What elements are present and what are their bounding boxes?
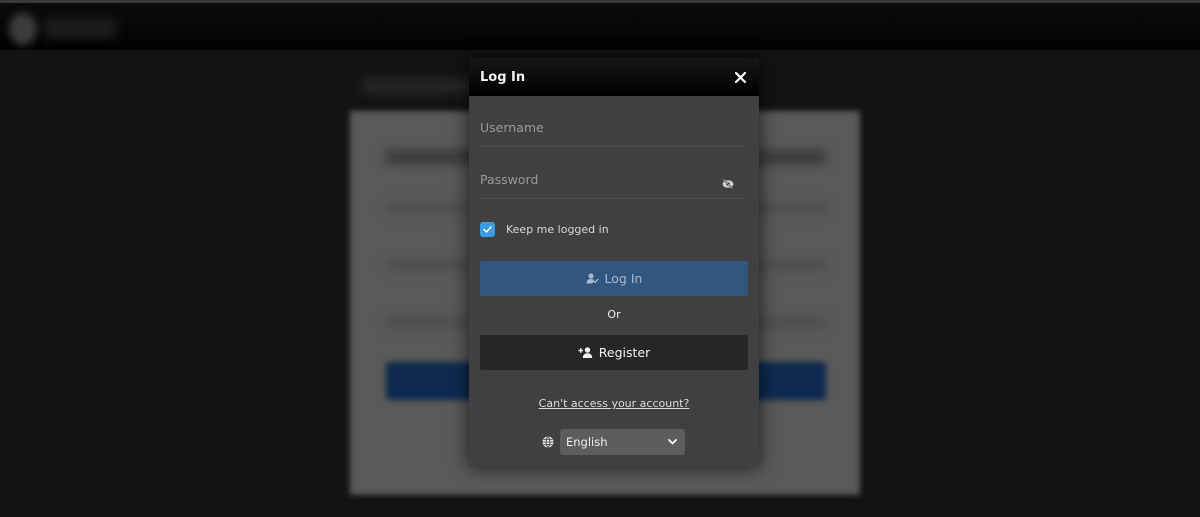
eye-slash-icon: [722, 178, 734, 190]
background-page-title: [362, 78, 482, 94]
password-field: [480, 159, 748, 199]
or-separator: Or: [607, 308, 621, 321]
toggle-password-visibility[interactable]: [722, 174, 736, 190]
language-select-value: English: [566, 435, 608, 449]
cant-access-account-link[interactable]: Can't access your account?: [539, 397, 690, 410]
close-icon: [734, 71, 746, 83]
keep-logged-in-label: Keep me logged in: [506, 223, 609, 236]
keep-logged-in-option[interactable]: Keep me logged in: [480, 222, 609, 237]
username-field: [480, 107, 748, 147]
forgot-account-row: Can't access your account?: [469, 392, 759, 411]
user-plus-icon: [578, 347, 593, 358]
login-button[interactable]: Log In: [480, 261, 748, 296]
username-input[interactable]: [480, 107, 748, 146]
language-row: English: [542, 429, 685, 455]
checkmark-icon: [483, 226, 492, 233]
background-logo: [9, 13, 37, 45]
close-button[interactable]: [732, 69, 748, 85]
login-modal: Log In Keep me logged in Log In Or Regis…: [469, 58, 759, 467]
keep-logged-in-checkbox[interactable]: [480, 222, 495, 237]
language-select[interactable]: English: [560, 429, 685, 455]
background-logo-text: [44, 18, 116, 38]
register-button[interactable]: Register: [480, 335, 748, 370]
user-check-icon: [586, 273, 599, 284]
chevron-down-icon: [668, 439, 677, 445]
modal-header: Log In: [469, 58, 759, 96]
register-button-label: Register: [598, 345, 651, 360]
login-button-label: Log In: [604, 271, 643, 286]
modal-title: Log In: [480, 69, 526, 85]
background-header: [0, 3, 1200, 50]
password-input[interactable]: [480, 159, 748, 198]
globe-icon: [542, 436, 554, 448]
